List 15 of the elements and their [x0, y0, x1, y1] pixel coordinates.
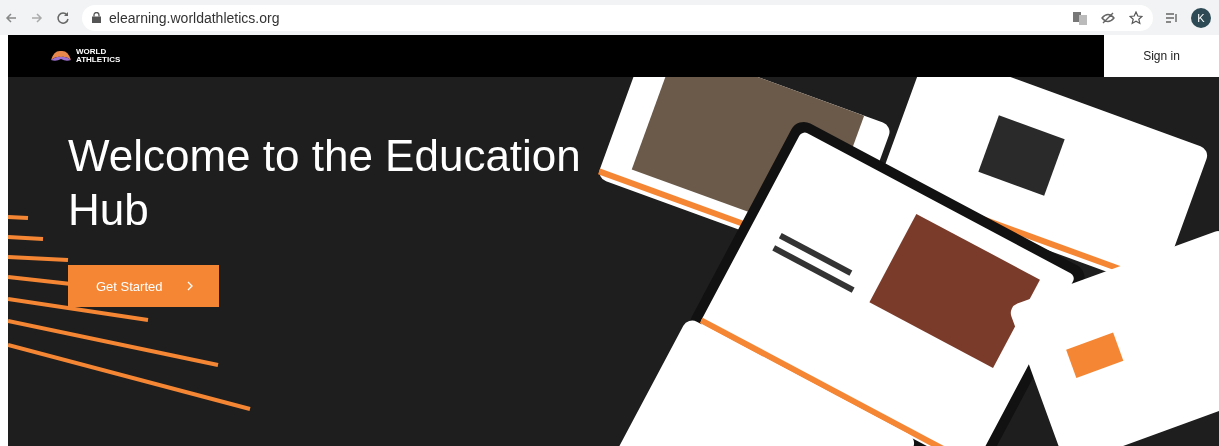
- sign-in-link[interactable]: Sign in: [1143, 49, 1180, 63]
- chevron-right-icon: [187, 281, 193, 291]
- eye-slash-icon[interactable]: [1101, 10, 1115, 25]
- reading-list-icon[interactable]: [1165, 10, 1179, 25]
- lock-icon: [92, 12, 101, 23]
- logo-text: WORLD ATHLETICS: [76, 48, 121, 64]
- url-text: elearning.worldathletics.org: [109, 9, 280, 26]
- logo-icon[interactable]: [50, 50, 72, 62]
- translate-icon[interactable]: [1073, 10, 1087, 25]
- profile-avatar[interactable]: K: [1191, 7, 1211, 28]
- reload-icon[interactable]: [56, 10, 70, 25]
- star-icon[interactable]: [1129, 10, 1143, 25]
- back-arrow-icon[interactable]: [4, 10, 18, 25]
- address-bar[interactable]: elearning.worldathletics.org: [82, 4, 1153, 31]
- hero-title: Welcome to the Education Hub: [68, 130, 582, 236]
